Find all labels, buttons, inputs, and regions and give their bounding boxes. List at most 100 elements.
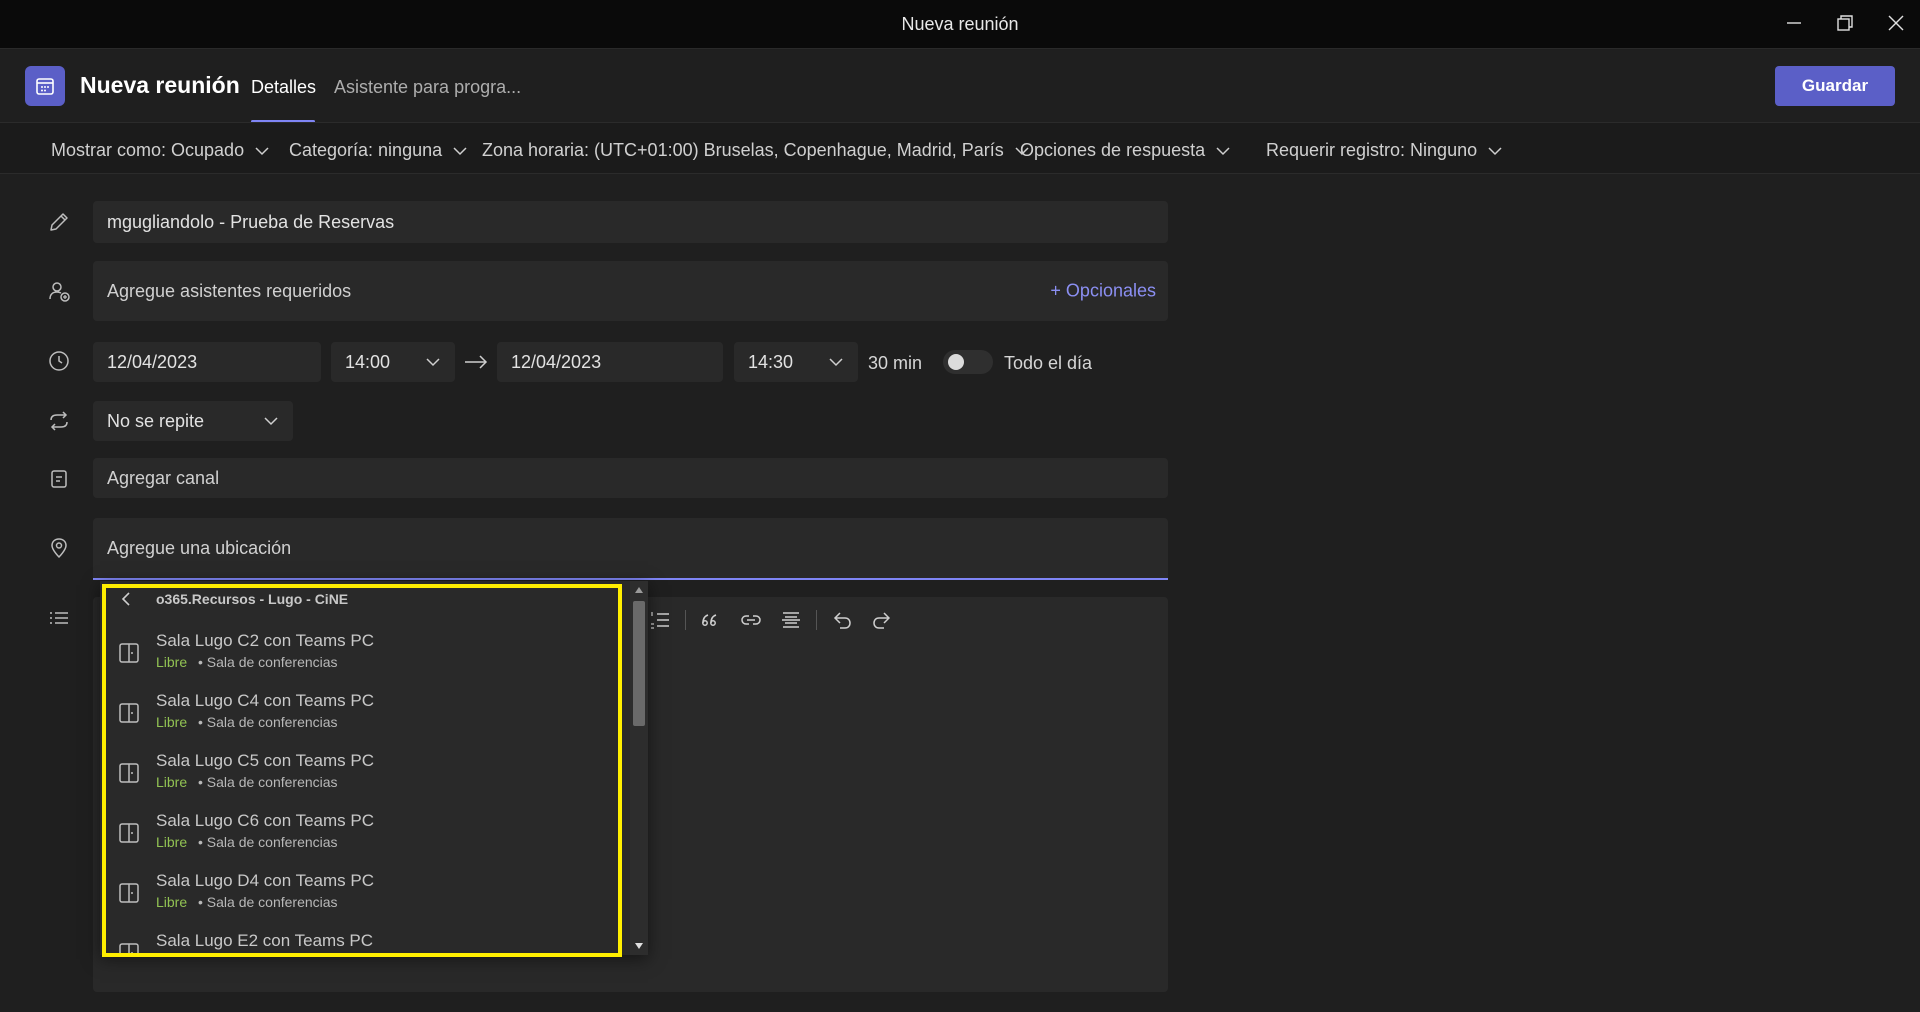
list-item[interactable]: Sala Lugo C6 con Teams PC Libre • Sala d… [100, 805, 630, 865]
add-person-icon [47, 279, 71, 303]
repeat-icon [47, 409, 71, 433]
numbered-list-icon [651, 612, 669, 629]
minimize-button[interactable] [1779, 10, 1809, 36]
window-title: Nueva reunión [901, 14, 1019, 34]
room-name: Sala Lugo C2 con Teams PC [156, 631, 374, 650]
quote-icon [702, 614, 717, 626]
resource-group-label: o365.Recursos - Lugo - CiNE [156, 591, 349, 607]
location-pin-icon [47, 536, 71, 560]
scroll-down-icon[interactable] [634, 941, 644, 951]
duration-label: 30 min [868, 353, 923, 373]
response-options-dropdown[interactable]: Opciones de respuesta [1020, 140, 1231, 161]
category-label: Categoría: ninguna [289, 140, 443, 160]
resource-group-header[interactable]: o365.Recursos - Lugo - CiNE [100, 581, 630, 617]
response-options-label: Opciones de respuesta [1020, 140, 1206, 160]
end-date-picker[interactable]: 12/04/2023 [497, 342, 723, 382]
undo-icon [833, 612, 851, 629]
chevron-left-icon[interactable] [118, 591, 134, 607]
meeting-title-input[interactable]: mgugliandolo - Prueba de Reservas [93, 201, 1168, 243]
room-type: • Sala de conferencias [198, 774, 338, 790]
room-name: Sala Lugo C6 con Teams PC [156, 811, 374, 830]
list-item[interactable]: Sala Lugo C4 con Teams PC Libre • Sala d… [100, 685, 630, 745]
insert-link-button[interactable] [739, 608, 763, 632]
start-time-value: 14:00 [345, 351, 391, 372]
dropdown-scrollbar[interactable] [630, 581, 648, 955]
room-name: Sala Lugo C4 con Teams PC [156, 691, 374, 710]
end-time-value: 14:30 [748, 351, 794, 372]
all-day-label: Todo el día [1004, 353, 1093, 373]
strikethrough-button[interactable] [779, 608, 803, 632]
chevron-down-icon [426, 358, 440, 367]
room-name: Sala Lugo C5 con Teams PC [156, 751, 374, 770]
show-as-dropdown[interactable]: Mostrar como: Ocupado [51, 140, 270, 161]
link-icon [741, 615, 761, 625]
restore-icon [1837, 15, 1853, 31]
attendees-input[interactable]: Agregue asistentes requeridos + Opcional… [93, 261, 1168, 321]
category-dropdown[interactable]: Categoría: ninguna [289, 140, 468, 161]
list-item[interactable]: Sala Lugo C2 con Teams PC Libre • Sala d… [100, 625, 630, 685]
timezone-dropdown[interactable]: Zona horaria: (UTC+01:00) Bruselas, Cope… [482, 140, 1030, 161]
quote-button[interactable] [698, 608, 722, 632]
tab-scheduling-assistant[interactable]: Asistente para progra... [334, 77, 521, 98]
pencil-icon [47, 210, 71, 234]
room-status: Libre [156, 834, 188, 850]
list-item[interactable]: Sala Lugo C5 con Teams PC Libre • Sala d… [100, 745, 630, 805]
room-type: • Sala de conferencias [198, 834, 338, 850]
list-item[interactable]: Sala Lugo E2 con Teams PC [100, 925, 630, 955]
room-name: Sala Lugo D4 con Teams PC [156, 871, 374, 890]
chevron-down-icon [829, 358, 843, 367]
room-icon [119, 823, 139, 843]
registration-label: Requerir registro: Ninguno [1266, 140, 1478, 160]
room-status: Libre [156, 654, 188, 670]
location-suggestions-dropdown: o365.Recursos - Lugo - CiNE Sala Lugo C2… [100, 581, 648, 955]
repeat-value: No se repite [107, 410, 205, 431]
room-name: Sala Lugo E2 con Teams PC [156, 931, 374, 950]
strikethrough-icon [782, 612, 800, 628]
meeting-header: Nueva reunión Detalles Asistente para pr… [0, 50, 1920, 123]
room-type: • Sala de conferencias [198, 894, 338, 910]
tab-details[interactable]: Detalles [251, 77, 316, 98]
attendees-placeholder: Agregue asistentes requeridos [107, 280, 352, 301]
channel-input[interactable]: Agregar canal [93, 458, 1168, 498]
arrow-right-icon [465, 355, 488, 369]
room-status: Libre [156, 894, 188, 910]
room-status: Libre [156, 774, 188, 790]
numbered-list-button[interactable] [648, 608, 672, 632]
room-icon [119, 643, 139, 663]
window-title-bar: Nueva reunión [0, 0, 1920, 49]
end-time-dropdown[interactable]: 14:30 [734, 342, 858, 382]
clock-icon [47, 349, 71, 373]
undo-button[interactable] [830, 608, 854, 632]
save-button[interactable]: Guardar [1775, 66, 1895, 106]
chevron-down-icon [255, 146, 269, 155]
start-time-dropdown[interactable]: 14:00 [331, 342, 455, 382]
scroll-thumb[interactable] [633, 601, 645, 726]
redo-button[interactable] [870, 608, 894, 632]
redo-icon [873, 612, 891, 629]
repeat-dropdown[interactable]: No se repite [93, 401, 293, 441]
toolbar-divider [685, 610, 686, 630]
room-status: Libre [156, 714, 188, 730]
room-icon [119, 763, 139, 783]
room-icon [119, 883, 139, 903]
show-as-label: Mostrar como: Ocupado [51, 140, 245, 160]
room-icon [119, 703, 139, 723]
scroll-up-icon[interactable] [634, 585, 644, 595]
add-optional-attendees-link[interactable]: + Opcionales [1050, 281, 1156, 302]
registration-dropdown[interactable]: Requerir registro: Ninguno [1266, 140, 1503, 161]
channel-icon [47, 467, 71, 491]
start-date-picker[interactable]: 12/04/2023 [93, 342, 321, 382]
toolbar-divider [816, 610, 817, 630]
chevron-down-icon [1488, 146, 1502, 155]
close-window-button[interactable] [1881, 10, 1911, 36]
page-title: Nueva reunión [80, 72, 240, 98]
toggle-knob [948, 354, 964, 370]
list-item[interactable]: Sala Lugo D4 con Teams PC Libre • Sala d… [100, 865, 630, 925]
location-input[interactable]: Agregue una ubicación [93, 518, 1168, 580]
meeting-options-bar: Mostrar como: Ocupado Categoría: ninguna… [0, 122, 1920, 174]
restore-button[interactable] [1830, 10, 1860, 36]
calendar-icon [25, 66, 65, 106]
text-list-icon [47, 606, 71, 630]
all-day-toggle[interactable] [943, 350, 993, 374]
timezone-label: Zona horaria: (UTC+01:00) Bruselas, Cope… [482, 140, 1004, 160]
